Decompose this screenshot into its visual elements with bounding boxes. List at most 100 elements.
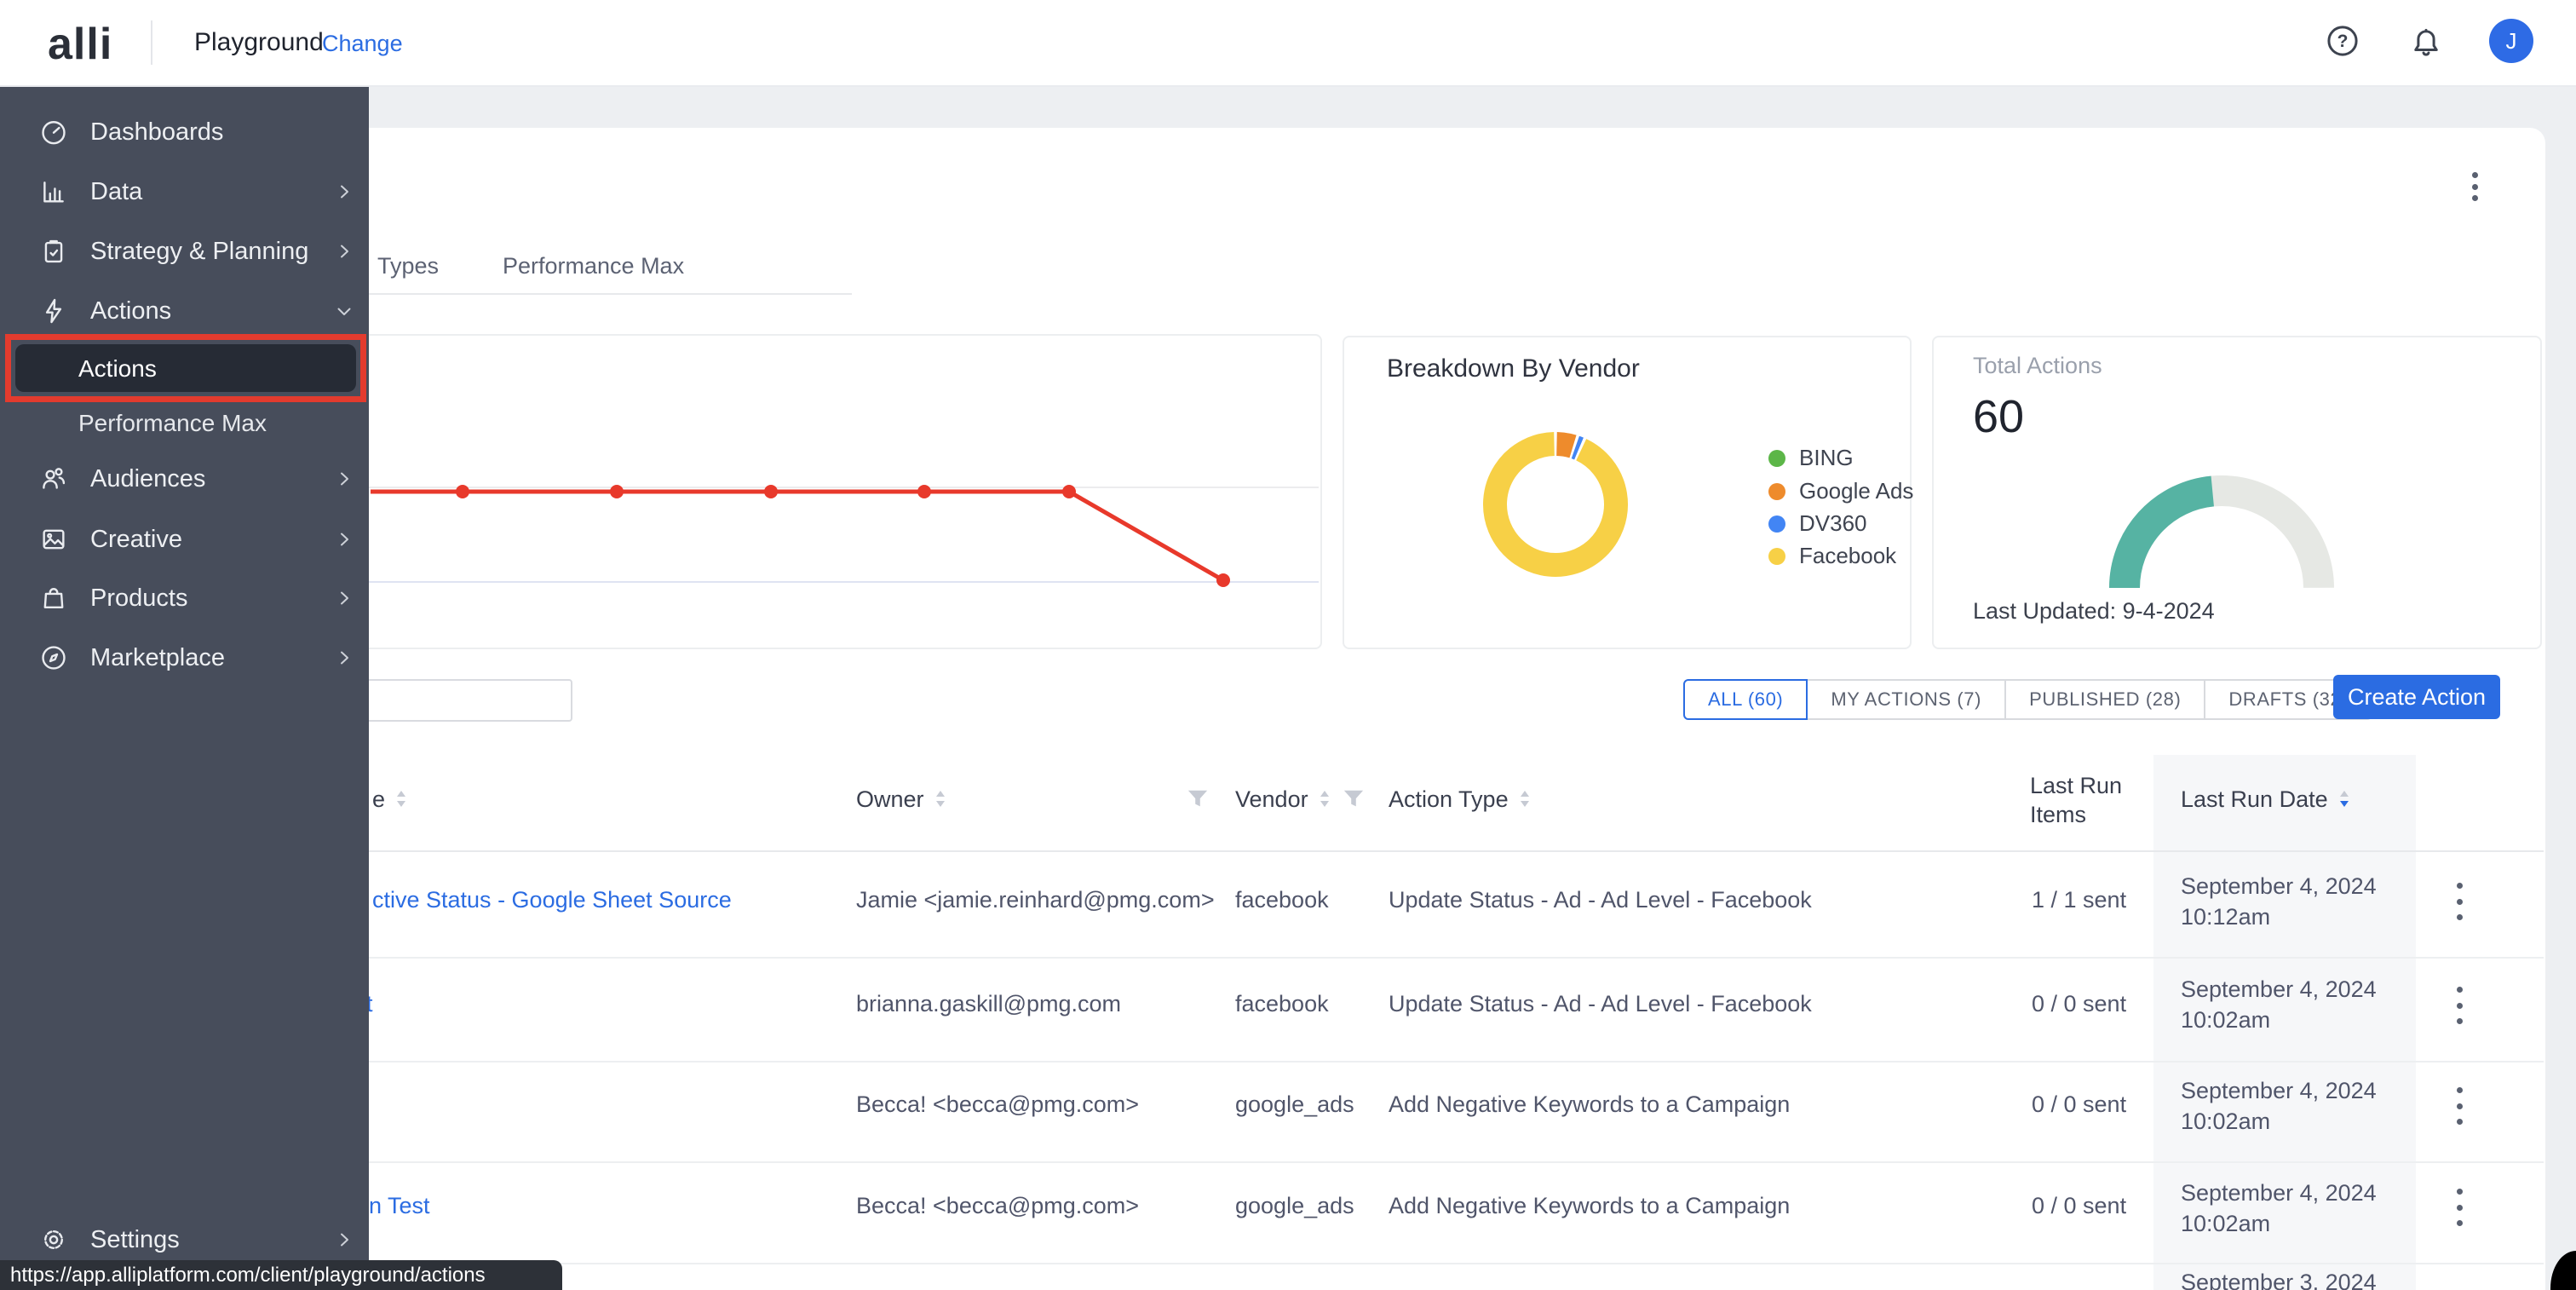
people-icon	[39, 464, 68, 493]
filter-button-group: ALL (60) MY ACTIONS (7) PUBLISHED (28) D…	[1683, 679, 2372, 720]
row-owner: Jamie <jamie.reinhard@pmg.com>	[856, 887, 1215, 913]
row-last-run-items: 0 / 0 sent	[2032, 991, 2126, 1017]
header-divider	[151, 20, 152, 65]
legend-label: DV360	[1799, 510, 1867, 537]
row-last-run-date: September 3, 2024	[2181, 1267, 2377, 1290]
row-owner: Becca! <becca@pmg.com>	[856, 1091, 1139, 1118]
row-overflow-menu[interactable]	[2457, 883, 2463, 920]
legend-dot-google-ads	[1768, 483, 1785, 500]
row-name-link[interactable]: ctive Status - Google Sheet Source	[372, 887, 732, 913]
table-header-divider	[51, 850, 2544, 852]
sidebar-item-label: Data	[90, 178, 142, 206]
alli-logo: alli	[48, 19, 112, 70]
sidebar-item-creative[interactable]: Creative	[0, 514, 369, 565]
sidebar-item-settings[interactable]: Settings	[0, 1214, 369, 1265]
table-header-last-run-date[interactable]: Last Run Date	[2181, 785, 2350, 814]
legend-label: Facebook	[1799, 543, 1896, 569]
row-overflow-menu[interactable]	[2457, 1189, 2463, 1226]
tab-performance-max[interactable]: Performance Max	[503, 253, 684, 279]
row-vendor: facebook	[1235, 887, 1329, 913]
table-header-vendor[interactable]: Vendor	[1235, 785, 1365, 814]
change-workspace-link[interactable]: Change	[322, 31, 403, 57]
legend-item-google-ads[interactable]: Google Ads	[1768, 478, 1913, 504]
table-header-name[interactable]: e	[372, 785, 407, 814]
row-overflow-menu[interactable]	[2457, 987, 2463, 1024]
legend-dot-facebook	[1768, 548, 1785, 565]
row-action-type: Update Status - Ad - Ad Level - Facebook	[1389, 991, 1812, 1017]
sidebar-item-dashboards[interactable]: Dashboards	[0, 107, 369, 158]
row-vendor: facebook	[1235, 991, 1329, 1017]
sidebar-subitem-actions-active[interactable]: Actions	[15, 344, 356, 392]
link-url-statusbar: https://app.alliplatform.com/client/play…	[0, 1260, 562, 1290]
filter-my-actions-button[interactable]: MY ACTIONS (7)	[1808, 679, 2006, 720]
row-vendor: google_ads	[1235, 1091, 1354, 1118]
vendor-filter-funnel-icon[interactable]	[1343, 788, 1365, 810]
row-action-type: Add Negative Keywords to a Campaign	[1389, 1091, 1790, 1118]
row-divider	[51, 957, 2544, 959]
row-overflow-menu[interactable]	[2457, 1087, 2463, 1125]
chevron-right-icon	[334, 241, 354, 262]
user-avatar[interactable]: J	[2489, 19, 2533, 63]
sidebar-item-actions[interactable]: Actions	[0, 285, 369, 337]
tab-action-types[interactable]: Types	[377, 253, 439, 279]
notifications-bell-icon[interactable]	[2408, 23, 2444, 59]
chevron-right-icon	[334, 1230, 354, 1250]
legend-label: BING	[1799, 445, 1854, 471]
sidebar-item-label: Settings	[90, 1226, 180, 1254]
help-icon[interactable]: ?	[2325, 23, 2360, 59]
chevron-right-icon	[334, 529, 354, 550]
row-last-run-date: September 4, 202410:02am	[2181, 1178, 2377, 1239]
row-action-type: Update Status - Ad - Ad Level - Facebook	[1389, 887, 1812, 913]
row-last-run-items: 0 / 0 sent	[2032, 1091, 2126, 1118]
sort-icon	[395, 789, 407, 809]
owner-filter-funnel-icon[interactable]	[1187, 788, 1209, 810]
row-divider	[51, 1161, 2544, 1163]
sidebar-item-strategy-planning[interactable]: Strategy & Planning	[0, 226, 369, 277]
sidebar-item-label: Actions	[90, 297, 171, 325]
sort-icon	[934, 789, 946, 809]
table-header-last-run-items[interactable]: Last Run Items	[2030, 771, 2122, 829]
workspace-name: Playground	[194, 28, 324, 57]
filter-all-button[interactable]: ALL (60)	[1683, 679, 1808, 720]
sidebar-item-label: Creative	[90, 526, 182, 554]
chevron-right-icon	[334, 181, 354, 202]
sidebar-item-label: Dashboards	[90, 118, 223, 147]
clipboard-icon	[39, 237, 68, 266]
row-last-run-date: September 4, 202410:02am	[2181, 1075, 2377, 1137]
row-last-run-items: 0 / 0 sent	[2032, 1193, 2126, 1219]
vendor-card-title: Breakdown By Vendor	[1387, 354, 1640, 383]
sort-icon-active-desc	[2338, 789, 2350, 809]
sidebar-item-products[interactable]: Products	[0, 573, 369, 624]
chevron-right-icon	[334, 648, 354, 668]
table-header-owner[interactable]: Owner	[856, 785, 946, 814]
legend-item-dv360[interactable]: DV360	[1768, 510, 1867, 537]
row-owner: Becca! <becca@pmg.com>	[856, 1193, 1139, 1219]
sort-icon	[1519, 789, 1531, 809]
svg-text:?: ?	[2337, 32, 2349, 51]
filter-published-button[interactable]: PUBLISHED (28)	[2006, 679, 2205, 720]
compass-icon	[39, 643, 68, 672]
legend-item-bing[interactable]: BING	[1768, 445, 1854, 471]
create-action-button[interactable]: Create Action	[2333, 675, 2500, 719]
sidebar-subitem-label: Actions	[78, 355, 157, 383]
sidebar-item-label: Strategy & Planning	[90, 238, 308, 266]
sidebar-item-data[interactable]: Data	[0, 166, 369, 217]
sidebar-item-audiences[interactable]: Audiences	[0, 453, 369, 504]
page-overflow-menu[interactable]	[2472, 172, 2478, 201]
legend-item-facebook[interactable]: Facebook	[1768, 543, 1896, 569]
gauge-icon	[39, 118, 68, 147]
row-action-type: Add Negative Keywords to a Campaign	[1389, 1193, 1790, 1219]
legend-dot-dv360	[1768, 515, 1785, 533]
row-owner: brianna.gaskill@pmg.com	[856, 991, 1121, 1017]
row-name-link[interactable]: n Test	[369, 1193, 430, 1219]
table-header-action-type[interactable]: Action Type	[1389, 785, 1531, 814]
row-vendor: google_ads	[1235, 1193, 1354, 1219]
legend-label: Google Ads	[1799, 478, 1913, 504]
shopping-bag-icon	[39, 584, 68, 613]
sidebar-subitem-performance-max[interactable]: Performance Max	[0, 398, 369, 449]
lightning-icon	[39, 297, 68, 325]
row-last-run-items: 1 / 1 sent	[2032, 887, 2126, 913]
last-updated-text: Last Updated: 9-4-2024	[1973, 598, 2215, 625]
row-last-run-date: September 4, 202410:12am	[2181, 871, 2377, 932]
sidebar-item-marketplace[interactable]: Marketplace	[0, 632, 369, 683]
